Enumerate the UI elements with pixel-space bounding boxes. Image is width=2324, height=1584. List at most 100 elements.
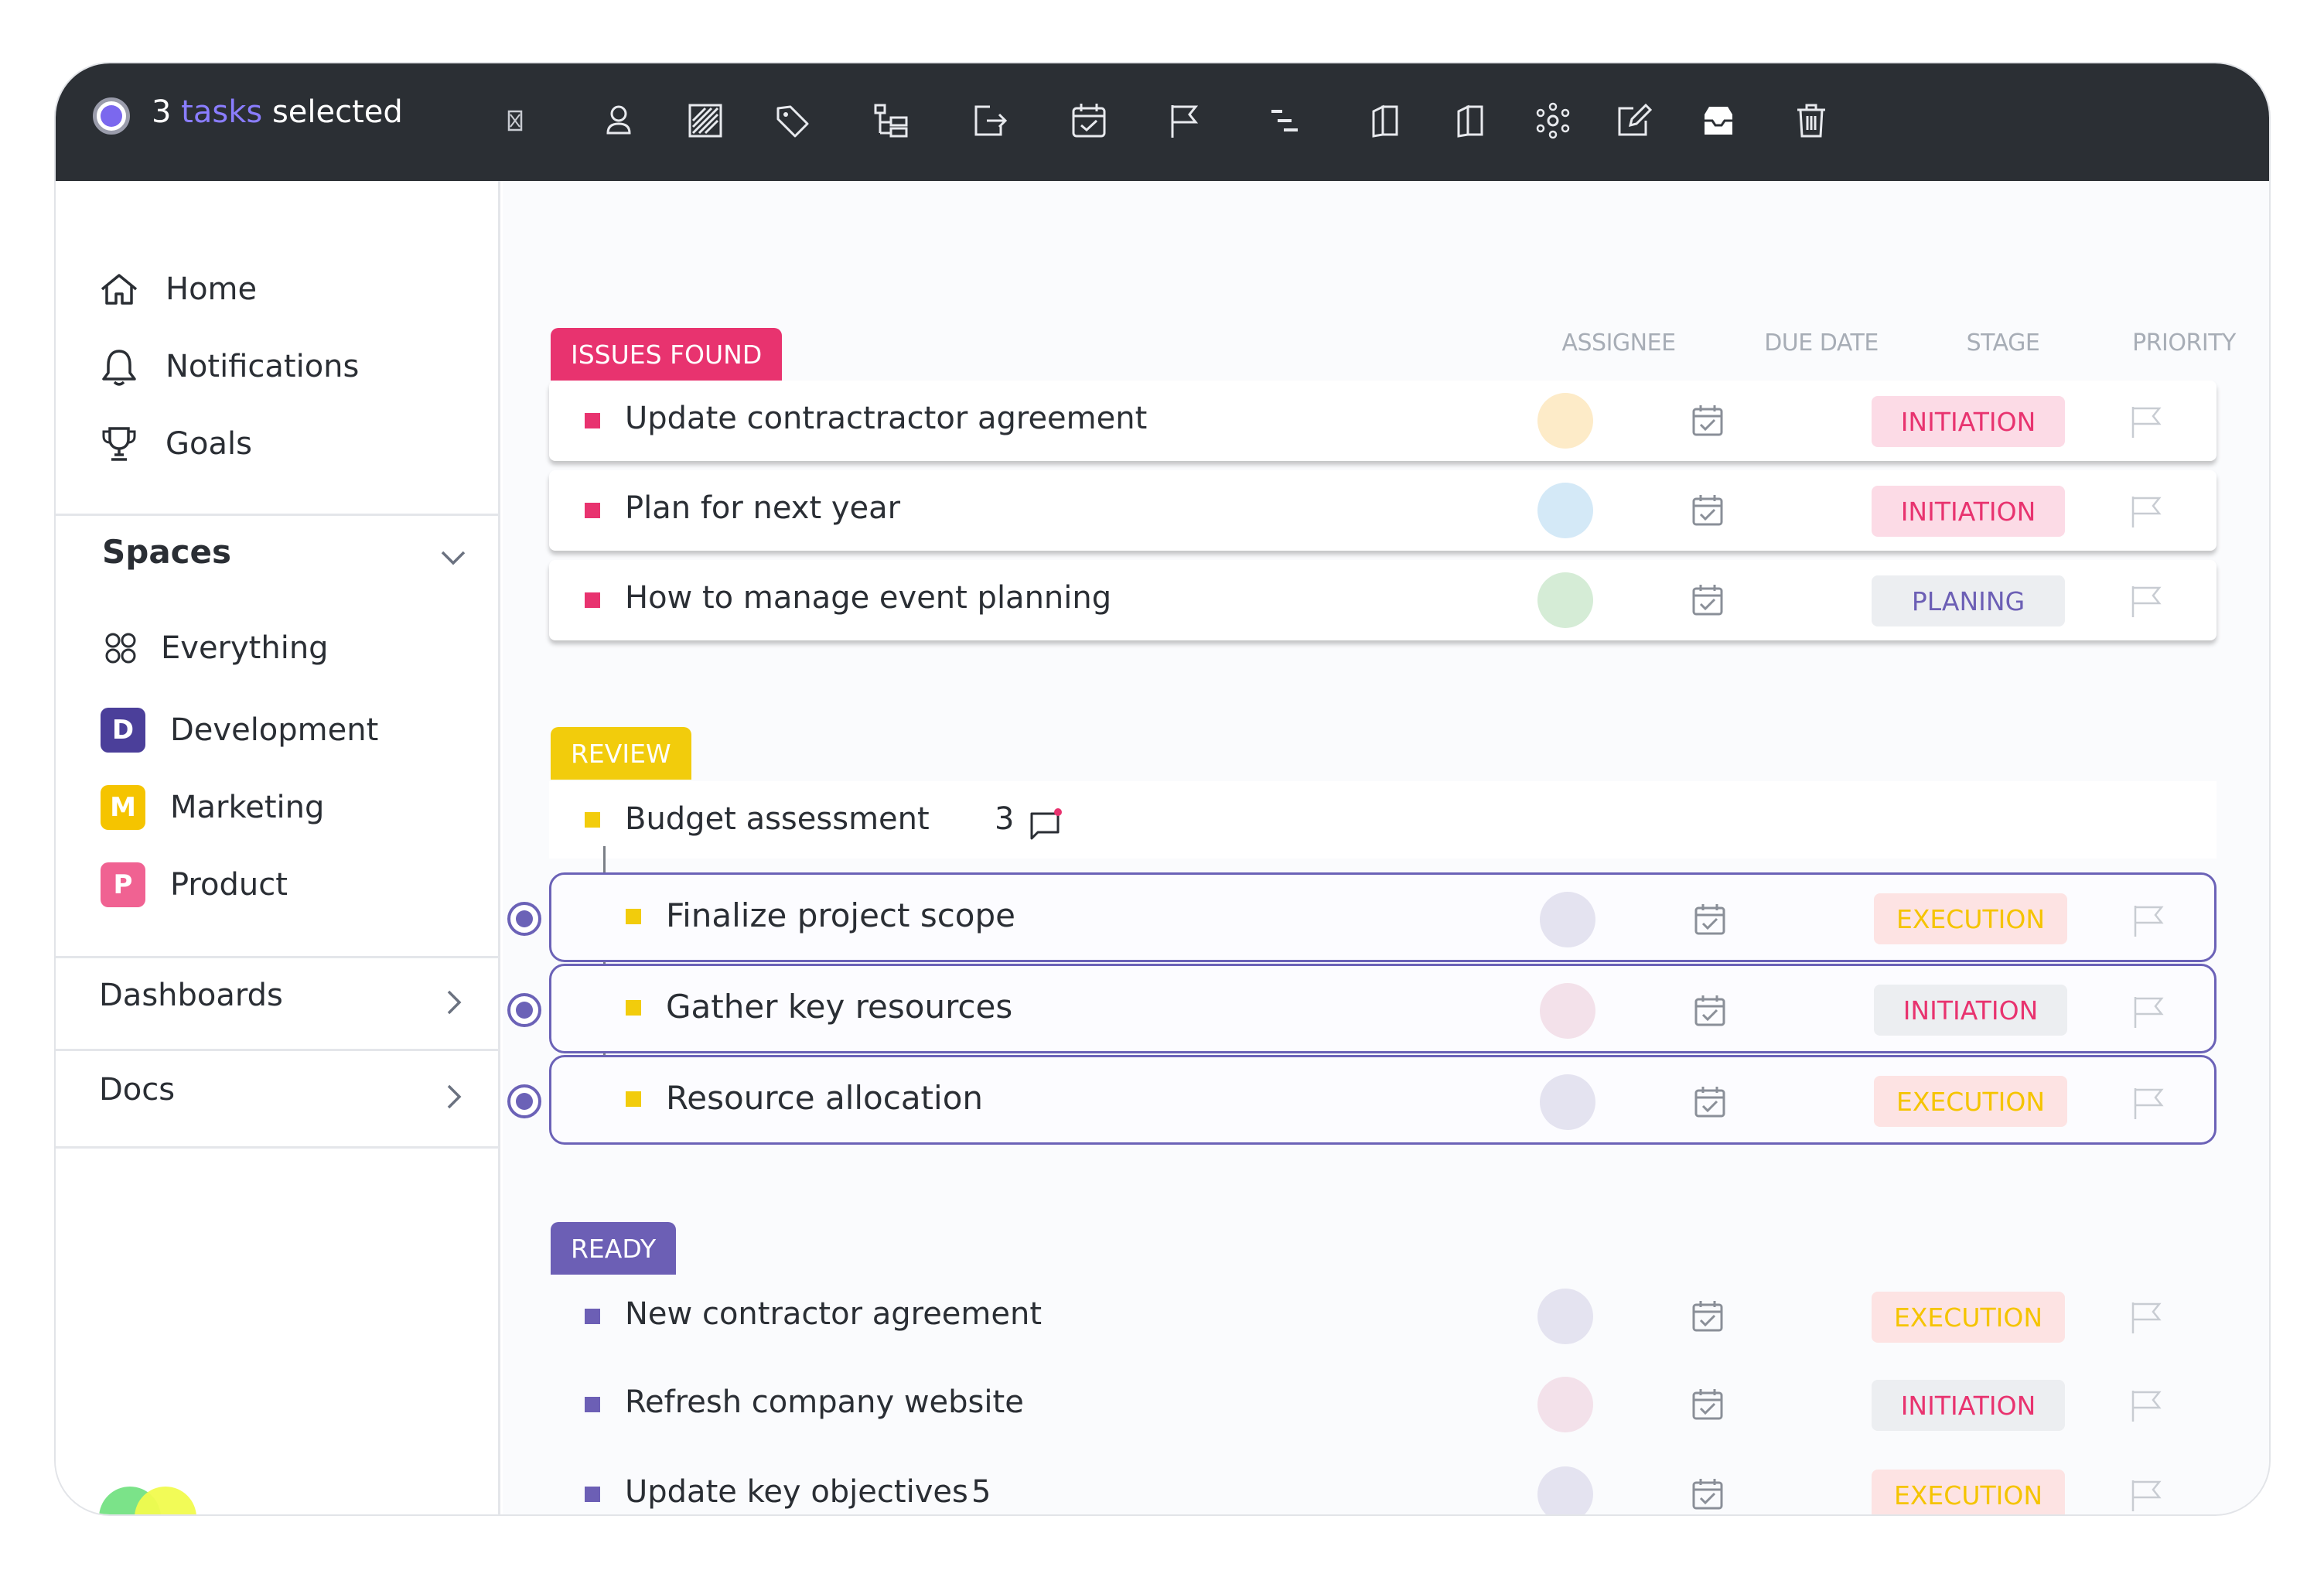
- sidebar-item-notifications[interactable]: Notifications: [97, 343, 359, 390]
- task-name[interactable]: New contractor agreement: [625, 1296, 1042, 1332]
- avatar[interactable]: [1537, 1289, 1593, 1344]
- stage-badge[interactable]: INITIATION: [1874, 985, 2067, 1036]
- task-name[interactable]: Resource allocation: [666, 1079, 983, 1117]
- calendar-icon[interactable]: [1689, 1386, 1726, 1423]
- calendar-icon[interactable]: [1691, 901, 1728, 938]
- stage-badge[interactable]: INITIATION: [1872, 396, 2065, 447]
- avatar[interactable]: [1537, 393, 1593, 449]
- space-everything[interactable]: Everything: [99, 625, 329, 671]
- close-icon[interactable]: [492, 97, 538, 144]
- task-row[interactable]: Update contractractor agreement INITIATI…: [549, 381, 2217, 461]
- flag-icon[interactable]: [2129, 1084, 2168, 1122]
- task-row[interactable]: How to manage event planning PLANING: [549, 560, 2217, 640]
- move-icon[interactable]: [967, 97, 1013, 144]
- status-square-icon[interactable]: [626, 909, 641, 924]
- archive-icon[interactable]: [1695, 97, 1742, 144]
- status-square-icon[interactable]: [585, 413, 600, 428]
- task-row[interactable]: Refresh company website INITIATION: [549, 1364, 2217, 1445]
- flag-icon[interactable]: [2129, 901, 2168, 940]
- tag-icon[interactable]: [769, 97, 815, 144]
- column-header-assignee[interactable]: ASSIGNEE: [1561, 329, 1676, 357]
- flag-icon[interactable]: [2127, 582, 2165, 620]
- task-name[interactable]: How to manage event planning: [625, 580, 1111, 616]
- copy-icon[interactable]: [1360, 97, 1406, 144]
- stage-badge[interactable]: INITIATION: [1872, 1380, 2065, 1431]
- group-tag-ready[interactable]: READY: [551, 1222, 677, 1275]
- avatar[interactable]: [1537, 1466, 1593, 1514]
- task-name[interactable]: Update key objectives: [625, 1474, 968, 1510]
- column-header-due-date[interactable]: DUE DATE: [1764, 329, 1879, 357]
- task-name[interactable]: Finalize project scope: [666, 896, 1015, 934]
- flag-icon[interactable]: [2129, 992, 2168, 1031]
- status-square-icon[interactable]: [585, 1397, 600, 1412]
- stage-badge[interactable]: EXECUTION: [1872, 1470, 2065, 1514]
- status-icon[interactable]: [682, 97, 729, 144]
- flag-icon[interactable]: [2127, 1298, 2165, 1336]
- task-row[interactable]: Update key objectives 5 EXECUTION: [549, 1454, 2217, 1514]
- stage-badge[interactable]: EXECUTION: [1872, 1292, 2065, 1343]
- selection-indicator-icon[interactable]: [93, 97, 130, 135]
- sidebar-item-home[interactable]: Home: [97, 266, 257, 312]
- subtask-row[interactable]: Gather key resources INITIATION: [549, 964, 2217, 1053]
- task-row[interactable]: Plan for next year INITIATION: [549, 470, 2217, 551]
- calendar-icon[interactable]: [1689, 1298, 1726, 1335]
- task-name[interactable]: Budget assessment: [625, 801, 930, 837]
- flag-icon[interactable]: [2127, 1476, 2165, 1514]
- row-select-radio[interactable]: [507, 1084, 541, 1118]
- calendar-icon[interactable]: [1691, 992, 1728, 1029]
- calendar-icon[interactable]: [1689, 1476, 1726, 1513]
- parent-task-row[interactable]: Budget assessment 3: [549, 781, 2217, 859]
- chevron-right-icon[interactable]: [435, 1078, 472, 1115]
- status-square-icon[interactable]: [585, 1487, 600, 1502]
- gantt-icon[interactable]: [1261, 97, 1307, 144]
- group-tag-issues-found[interactable]: ISSUES FOUND: [551, 328, 783, 381]
- sidebar-item-docs[interactable]: Docs: [99, 1072, 175, 1108]
- stage-badge[interactable]: PLANING: [1872, 575, 2065, 626]
- task-row[interactable]: New contractor agreement EXECUTION: [549, 1276, 2217, 1357]
- space-product[interactable]: P Product: [101, 862, 288, 908]
- task-name[interactable]: Gather key resources: [666, 988, 1012, 1026]
- stage-badge[interactable]: INITIATION: [1872, 486, 2065, 537]
- calendar-icon[interactable]: [1691, 1084, 1728, 1121]
- row-select-radio[interactable]: [507, 993, 541, 1027]
- due-date-icon[interactable]: [1066, 97, 1112, 144]
- comment-icon[interactable]: [1027, 804, 1066, 843]
- status-square-icon[interactable]: [585, 503, 600, 518]
- stage-badge[interactable]: EXECUTION: [1874, 893, 2067, 944]
- duplicate-icon[interactable]: [1445, 97, 1491, 144]
- row-select-radio[interactable]: [507, 902, 541, 936]
- avatar[interactable]: [1537, 483, 1593, 538]
- space-marketing[interactable]: M Marketing: [101, 784, 324, 831]
- sidebar-item-dashboards[interactable]: Dashboards: [99, 978, 283, 1013]
- calendar-icon[interactable]: [1689, 492, 1726, 529]
- delete-icon[interactable]: [1788, 97, 1834, 144]
- avatar[interactable]: [1540, 892, 1595, 947]
- chevron-down-icon[interactable]: [435, 538, 472, 575]
- edit-icon[interactable]: [1610, 97, 1657, 144]
- assignee-icon[interactable]: [596, 97, 642, 144]
- space-development[interactable]: D Development: [101, 707, 378, 753]
- avatar[interactable]: [1537, 1377, 1593, 1432]
- status-square-icon[interactable]: [585, 812, 600, 828]
- flag-icon[interactable]: [2127, 1386, 2165, 1425]
- flag-icon[interactable]: [2127, 492, 2165, 531]
- task-name[interactable]: Refresh company website: [625, 1384, 1024, 1420]
- stage-badge[interactable]: EXECUTION: [1874, 1076, 2067, 1127]
- chevron-right-icon[interactable]: [435, 984, 472, 1021]
- calendar-icon[interactable]: [1689, 402, 1726, 439]
- status-square-icon[interactable]: [585, 1309, 600, 1324]
- avatar[interactable]: [1540, 1074, 1595, 1130]
- subtask-row[interactable]: Finalize project scope EXECUTION: [549, 872, 2217, 962]
- priority-icon[interactable]: [1162, 97, 1208, 144]
- dependencies-icon[interactable]: [1530, 97, 1576, 144]
- column-header-stage[interactable]: STAGE: [1967, 329, 2040, 357]
- flag-icon[interactable]: [2127, 402, 2165, 441]
- calendar-icon[interactable]: [1689, 582, 1726, 619]
- group-tag-review[interactable]: REVIEW: [551, 727, 691, 780]
- sidebar-item-goals[interactable]: Goals: [97, 421, 252, 467]
- subtask-row[interactable]: Resource allocation EXECUTION: [549, 1055, 2217, 1145]
- avatar[interactable]: [1540, 983, 1595, 1039]
- task-name[interactable]: Update contractractor agreement: [625, 401, 1147, 436]
- subtask-icon[interactable]: [868, 97, 914, 144]
- avatar[interactable]: [1537, 572, 1593, 628]
